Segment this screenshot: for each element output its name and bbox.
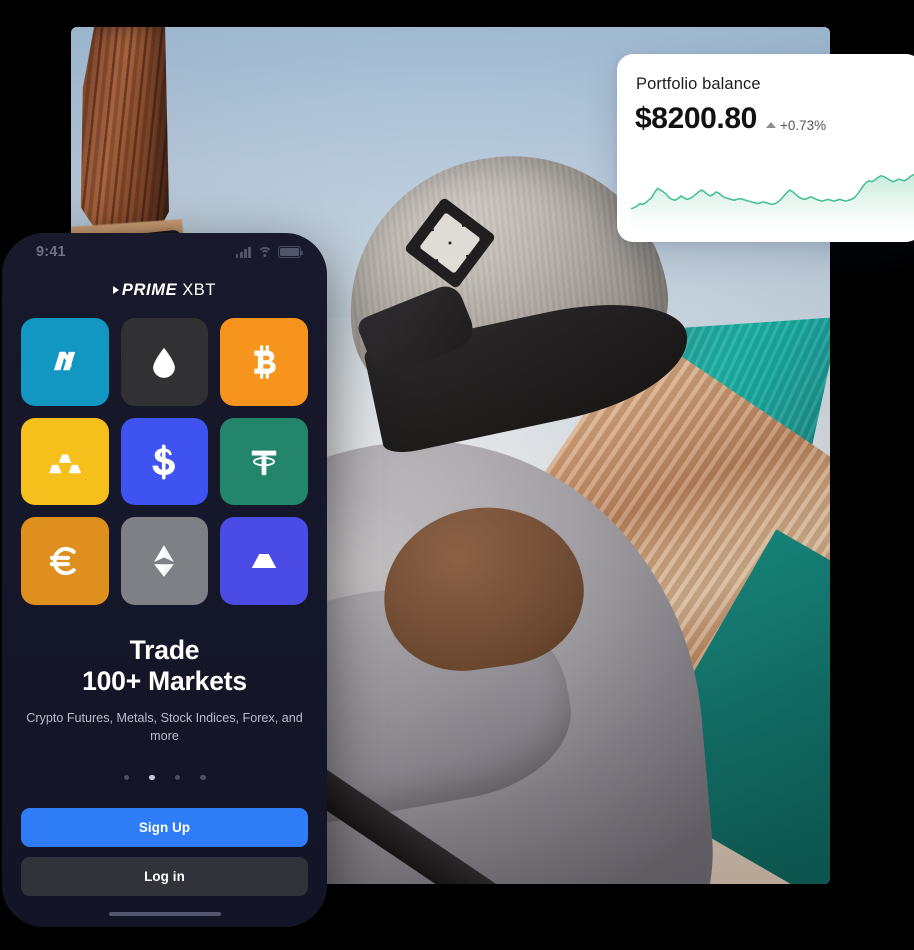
- asset-tile-oil[interactable]: [120, 318, 209, 406]
- nasdaq-icon: [53, 351, 75, 371]
- euro-icon: [49, 547, 76, 576]
- promo-composition: Portfolio balance $8200.80 +0.73% 9:41 P…: [0, 0, 914, 950]
- log-in-button[interactable]: Log in: [21, 857, 308, 897]
- home-indicator-bar[interactable]: [108, 911, 221, 916]
- ethereum-icon: [154, 545, 175, 578]
- portfolio-balance-row: $8200.80 +0.73%: [635, 102, 826, 136]
- bitcoin-icon: [254, 345, 276, 379]
- asset-tile-euro[interactable]: [21, 517, 109, 605]
- prime-xbt-mark-icon: [112, 286, 119, 294]
- portfolio-balance-change: +0.73%: [765, 117, 827, 133]
- tether-icon: [251, 450, 277, 475]
- gold-bars-icon: [48, 454, 81, 473]
- asset-tile-grid: [2, 304, 327, 606]
- asset-tile-gold[interactable]: [21, 417, 109, 506]
- portfolio-balance-card: Portfolio balance $8200.80 +0.73%: [617, 54, 914, 242]
- headline-block: Trade 100+ Markets Crypto Futures, Metal…: [2, 605, 327, 746]
- wifi-icon: [257, 246, 272, 258]
- headline-subtitle: Crypto Futures, Metals, Stock Indices, F…: [26, 711, 303, 743]
- status-bar-icons: [235, 246, 304, 258]
- status-bar-time: 9:41: [36, 244, 66, 260]
- battery-icon: [278, 246, 304, 258]
- cta-buttons: Sign Up Log in: [2, 780, 327, 897]
- oil-drop-icon: [153, 347, 176, 378]
- asset-tile-bitcoin[interactable]: [220, 318, 308, 406]
- asset-tile-ethereum[interactable]: [120, 517, 209, 606]
- trapezoid-icon: [251, 554, 277, 569]
- asset-tile-tether[interactable]: [220, 417, 308, 506]
- portfolio-sparkline-chart: [631, 150, 914, 236]
- dollar-icon: [152, 444, 176, 479]
- headline-text: Trade 100+ Markets: [20, 635, 309, 697]
- pagination-dots[interactable]: [2, 746, 327, 781]
- asset-tile-nasdaq[interactable]: [21, 318, 109, 406]
- portfolio-change-value: +0.73%: [779, 117, 827, 133]
- asset-tile-solana[interactable]: [220, 517, 308, 605]
- headline-line-1: Trade: [129, 635, 200, 666]
- headline-line-2: 100+ Markets: [82, 666, 247, 697]
- status-bar: 9:41: [2, 233, 327, 267]
- portfolio-balance-amount: $8200.80: [635, 102, 757, 135]
- phone-mockup: 9:41 PRIME XBT Trade 100+ Markets Crypto…: [2, 233, 327, 927]
- sparkline-svg: [631, 173, 914, 236]
- asset-tile-usd[interactable]: [120, 417, 209, 506]
- signal-icon: [235, 246, 251, 258]
- app-logo: PRIME XBT: [2, 267, 327, 304]
- triangle-up-icon: [765, 122, 776, 128]
- brand-name-prime: PRIME: [121, 281, 178, 299]
- portfolio-balance-title: Portfolio balance: [636, 75, 761, 93]
- brand-name-xbt: XBT: [182, 281, 217, 299]
- phone-screen: 9:41 PRIME XBT Trade 100+ Markets Crypto…: [2, 233, 327, 927]
- home-indicator: [2, 896, 327, 927]
- sign-up-button[interactable]: Sign Up: [21, 808, 308, 848]
